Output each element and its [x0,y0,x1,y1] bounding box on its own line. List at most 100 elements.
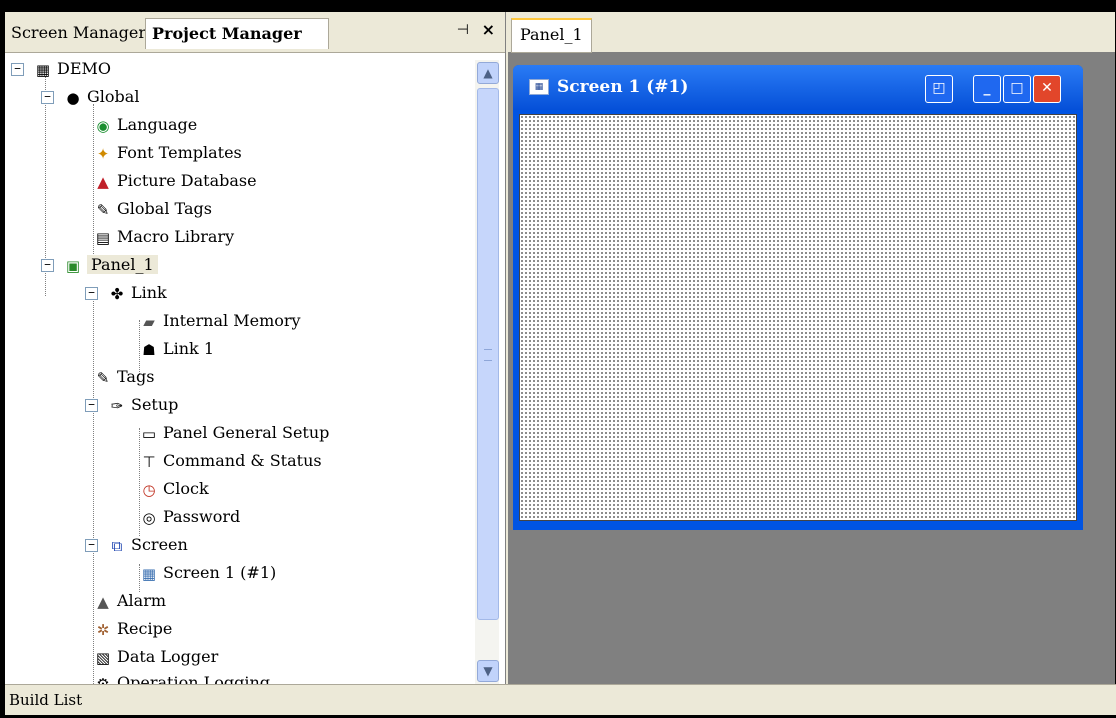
tree-node-label: Panel_1 [87,255,158,274]
tree-node-language[interactable]: ◉ Language [93,112,197,138]
tree-node-setup[interactable]: − ✑ Setup [85,392,178,418]
panel-tab-bar: Screen Manager Project Manager ⊣ × [5,12,505,53]
language-globe-icon: ◉ [96,116,110,135]
tags-icon: ✎ [96,368,110,387]
tree-node-label: Internal Memory [163,311,301,330]
tree-node-label: Link 1 [163,339,215,358]
maximize-icon[interactable]: □ [1003,75,1031,103]
project-manager-panel: Screen Manager Project Manager ⊣ × − ▦ DE… [5,12,506,684]
tree-node-label: Font Templates [117,143,242,162]
collapse-toggle[interactable]: − [11,63,24,76]
tree-node-screen-1[interactable]: ▦ Screen 1 (#1) [139,560,276,586]
document-tab-bar: Panel_1 [508,12,1115,53]
font-templates-icon: ✦ [96,144,110,163]
globe-icon: ● [66,88,80,107]
tree-vertical-scrollbar[interactable]: ▲ ▼ [475,60,499,684]
tree-node-label: Tags [117,367,155,386]
tree-node-screen[interactable]: − ⧉ Screen [85,532,188,558]
link-icon: ✤ [110,284,124,303]
tab-project-manager[interactable]: Project Manager [145,18,329,49]
tree-node-label: DEMO [57,59,112,78]
application-frame: Screen Manager Project Manager ⊣ × − ▦ DE… [5,12,1116,715]
tree-node-recipe[interactable]: ✲ Recipe [93,616,173,642]
tree-node-label: Language [117,115,198,134]
scrollbar-thumb[interactable] [477,88,499,620]
tree-node-macro-library[interactable]: ▤ Macro Library [93,224,234,250]
tree-node-label: Data Logger [117,647,219,666]
tree-node-label: Screen [131,535,188,554]
alarm-bell-icon: ▲ [97,592,109,611]
tree-node-label: Link [131,283,167,302]
setup-wrench-icon: ✑ [110,396,124,415]
screen-page-icon: ▦ [141,564,157,583]
tree-node-label: Panel General Setup [163,423,330,442]
link-device-icon: ☗ [142,340,156,359]
collapse-toggle[interactable]: − [85,539,98,552]
tree-node-link[interactable]: − ✤ Link [85,280,167,306]
screen-window-icon: ▦ [529,79,549,95]
screen-icon: ⧉ [111,536,123,555]
data-logger-icon: ▧ [95,648,111,667]
grip-icon [484,349,492,361]
scroll-up-icon[interactable]: ▲ [477,62,499,84]
operation-logging-icon: ⚙ [96,674,110,685]
tree-node-alarm[interactable]: ▲ Alarm [93,588,166,614]
screen-window-title-bar[interactable]: ▦ Screen 1 (#1) ◰ _ □ ✕ [513,65,1083,110]
tree-node-label: Operation Logging [117,673,270,684]
recipe-icon: ✲ [96,620,110,639]
tree-node-data-logger[interactable]: ▧ Data Logger [93,644,218,670]
project-icon: ▦ [35,60,51,79]
tree-node-tags[interactable]: ✎ Tags [93,364,155,390]
tree-node-font-templates[interactable]: ✦ Font Templates [93,140,242,166]
collapse-toggle[interactable]: − [85,399,98,412]
collapse-toggle[interactable]: − [41,91,54,104]
tree-node-command-status[interactable]: ⊤ Command & Status [139,448,322,474]
collapse-toggle[interactable]: − [85,287,98,300]
tree-node-label: Setup [131,395,179,414]
tree-node-label: Picture Database [117,171,257,190]
tree-node-label: Global [87,87,140,106]
panel-setup-icon: ▭ [141,424,157,443]
close-icon[interactable]: × [482,20,495,39]
tree-node-label: Command & Status [163,451,322,470]
tree-node-label: Clock [163,479,209,498]
screen-window-title: Screen 1 (#1) [557,77,689,97]
tree-node-label: Screen 1 (#1) [163,563,277,582]
memory-chip-icon: ▰ [143,312,155,331]
password-icon: ◎ [142,508,156,527]
screen-window: ▦ Screen 1 (#1) ◰ _ □ ✕ [513,65,1083,530]
minimize-icon[interactable]: _ [973,75,1001,103]
pin-icon[interactable]: ⊣ [457,22,469,38]
document-workspace: Panel_1 ▦ Screen 1 (#1) ◰ _ □ ✕ [508,12,1115,684]
close-window-icon[interactable]: ✕ [1033,75,1061,103]
tab-panel-1[interactable]: Panel_1 [511,18,592,53]
macro-library-icon: ▤ [95,228,111,247]
tab-screen-manager[interactable]: Screen Manager [5,18,152,48]
clock-icon: ◷ [142,480,156,499]
tree-node-label: Alarm [117,591,167,610]
panel-icon: ▣ [65,256,81,275]
command-status-icon: ⊤ [142,452,156,471]
tree-node-link-1[interactable]: ☗ Link 1 [139,336,214,362]
tree-node-picture-database[interactable]: ▲ Picture Database [93,168,257,194]
tree-node-operation-logging[interactable]: ⚙ Operation Logging [93,670,270,684]
status-bar-build-list[interactable]: Build List [5,684,1116,715]
tree-node-panel-1[interactable]: − ▣ Panel_1 [41,252,158,278]
screen-design-canvas[interactable] [519,114,1077,521]
tree-node-demo[interactable]: − ▦ DEMO [11,56,111,82]
tree-node-label: Recipe [117,619,173,638]
tree-node-panel-general-setup[interactable]: ▭ Panel General Setup [139,420,329,446]
scroll-down-icon[interactable]: ▼ [477,660,499,682]
restore-alt-icon[interactable]: ◰ [925,75,953,103]
tree-node-label: Macro Library [117,227,235,246]
tags-icon: ✎ [96,200,110,219]
tree-node-global-tags[interactable]: ✎ Global Tags [93,196,212,222]
tree-node-clock[interactable]: ◷ Clock [139,476,209,502]
tree-node-password[interactable]: ◎ Password [139,504,240,530]
project-tree: − ▦ DEMO − ● Global ◉ Language ✦ Font Templa… [5,56,475,684]
tree-node-label: Password [163,507,241,526]
tree-node-internal-memory[interactable]: ▰ Internal Memory [139,308,301,334]
tree-node-global[interactable]: − ● Global [41,84,139,110]
tree-node-label: Global Tags [117,199,212,218]
collapse-toggle[interactable]: − [41,259,54,272]
